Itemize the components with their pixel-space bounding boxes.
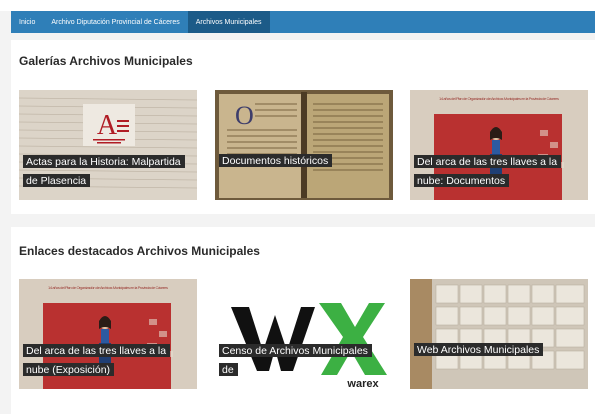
link-card-censo-archivos[interactable]: warex Censo de Archivos Municipales de: [215, 279, 393, 389]
poster-header: 14 años del Plan de Organización de Arch…: [439, 96, 559, 101]
featured-links-section: Enlaces destacados Archivos Municipales …: [11, 227, 595, 414]
top-strip: [0, 0, 595, 11]
gallery-card-del-arca-documentos[interactable]: 14 años del Plan de Organización de Arch…: [410, 90, 588, 200]
galleries-section: Galerías Archivos Municipales A Actas pa…: [11, 40, 595, 214]
card-caption: Web Archivos Municipales: [414, 340, 574, 359]
gallery-card-actas[interactable]: A Actas para la Historia: Malpartida de …: [19, 90, 197, 200]
gallery-card-documentos[interactable]: O Documentos históricos: [215, 90, 393, 200]
link-card-del-arca-exposicion[interactable]: 14 años del Plan de Organización de Arch…: [19, 279, 197, 389]
card-caption: Del arca de las tres llaves a la nube (E…: [23, 341, 183, 379]
card-caption: Censo de Archivos Municipales de: [219, 341, 379, 379]
card-caption: Actas para la Historia: Malpartida de Pl…: [23, 152, 185, 190]
archive-shelves-image: [410, 279, 588, 389]
logo-letter: A: [97, 110, 118, 141]
nav-link-inicio[interactable]: Inicio: [11, 11, 43, 33]
link-card-web-archivos[interactable]: Web Archivos Municipales: [410, 279, 588, 389]
svg-text:O: O: [235, 101, 254, 130]
featured-links-title: Enlaces destacados Archivos Municipales: [19, 244, 260, 258]
warex-text: warex: [346, 378, 379, 389]
manuscript-image: O: [215, 90, 393, 200]
nav-link-archivos-municipales[interactable]: Archivos Municipales: [187, 11, 270, 33]
card-caption: Del arca de las tres llaves a la nube: D…: [414, 152, 574, 190]
breadcrumb-nav: Inicio Archivo Diputación Provincial de …: [11, 11, 595, 33]
poster-header: 14 años del Plan de Organización de Arch…: [48, 285, 168, 290]
galleries-title: Galerías Archivos Municipales: [19, 54, 193, 68]
card-caption: Documentos históricos: [219, 151, 379, 170]
nav-link-archivo-diputacion[interactable]: Archivo Diputación Provincial de Cáceres: [43, 11, 187, 33]
